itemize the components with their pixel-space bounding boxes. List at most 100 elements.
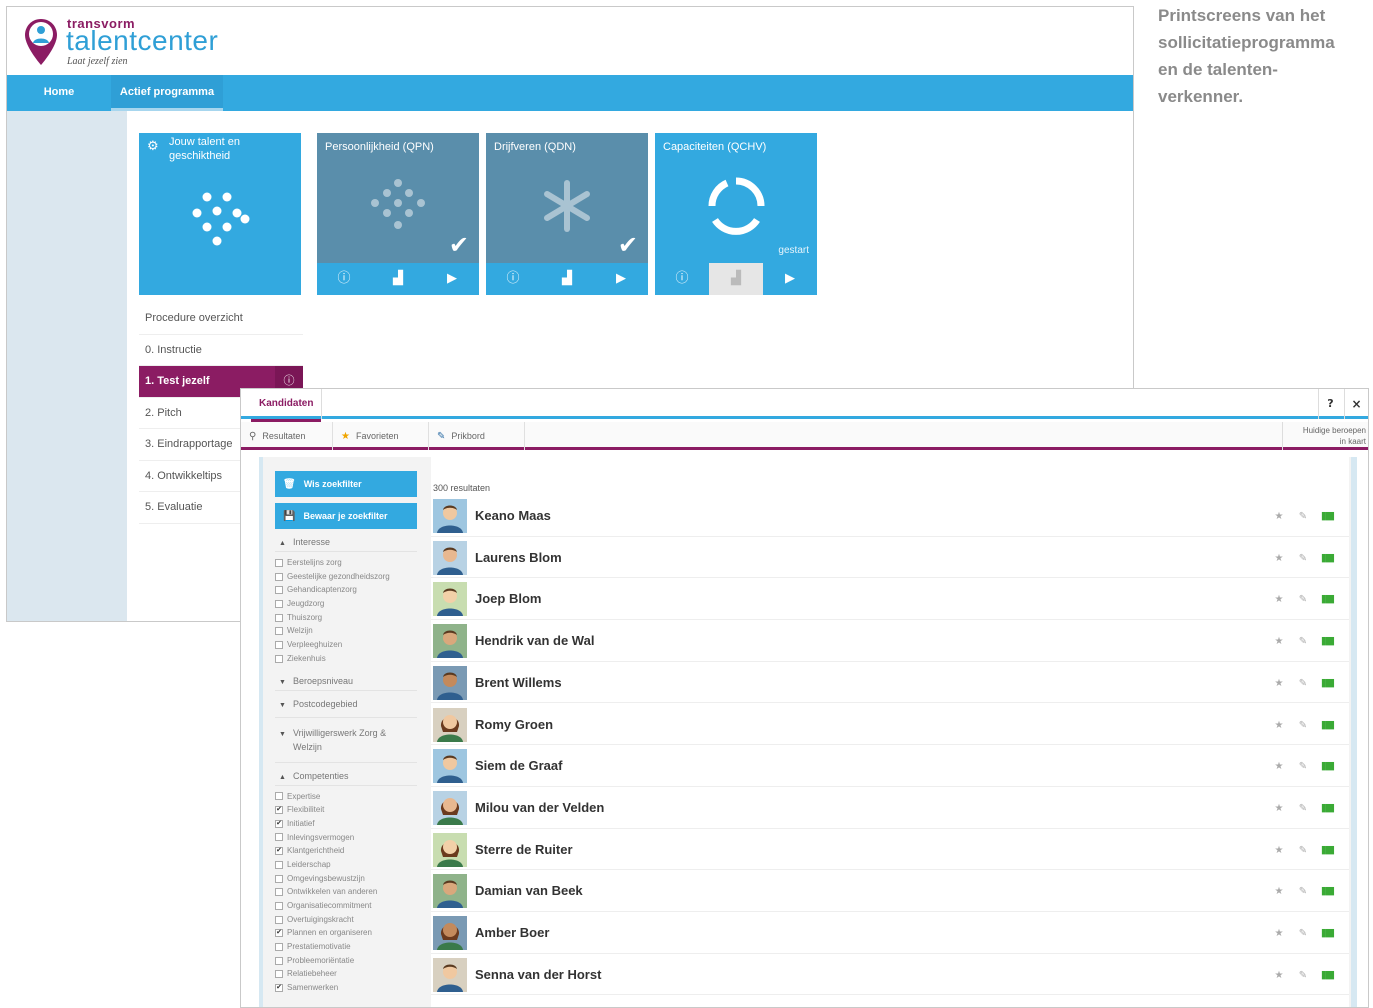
filter-option-expertise[interactable]: Expertise bbox=[275, 790, 417, 804]
checkbox-checked[interactable]: ✔ bbox=[275, 819, 283, 828]
checkbox[interactable] bbox=[275, 586, 283, 595]
play-icon[interactable]: ▶ bbox=[425, 263, 479, 295]
filter-option-organisatiecommitment[interactable]: Organisatiecommitment bbox=[275, 899, 417, 913]
filter-option-probleemorientatie[interactable]: Probleemoriëntatie bbox=[275, 954, 417, 968]
filter-option-flexibiliteit[interactable]: ✔ Flexibiliteit bbox=[275, 803, 417, 817]
bars-icon[interactable]: ▮▮▮ bbox=[1315, 620, 1339, 662]
candidate-name[interactable]: Sterre de Ruiter bbox=[475, 829, 573, 871]
pin-icon[interactable]: ✎ bbox=[1291, 788, 1315, 830]
bars-icon[interactable]: ▮▮▮ bbox=[1315, 495, 1339, 537]
filter-option-gehandicaptenzorg[interactable]: Gehandicaptenzorg bbox=[275, 583, 417, 597]
star-icon[interactable]: ★ bbox=[1267, 788, 1291, 830]
tile-drijfveren[interactable]: Drijfveren (QDN) ✔ ⓘ ▟ ▶ bbox=[486, 133, 648, 295]
nav-actief-programma[interactable]: Actief programma bbox=[111, 75, 223, 111]
filter-option-welzijn[interactable]: Welzijn bbox=[275, 624, 417, 638]
candidate-row[interactable]: Damian van Beek ★ ✎ ▮▮▮ bbox=[431, 870, 1349, 912]
star-icon[interactable]: ★ bbox=[1267, 705, 1291, 747]
checkbox[interactable] bbox=[275, 833, 283, 842]
checkbox[interactable] bbox=[275, 654, 283, 663]
pin-icon[interactable]: ✎ bbox=[1291, 621, 1315, 663]
filter-option-ziekenhuis[interactable]: Ziekenhuis bbox=[275, 652, 417, 666]
tab-prikbord[interactable]: ✎ Prikbord bbox=[429, 422, 525, 450]
filter-option-leiderschap[interactable]: Leiderschap bbox=[275, 858, 417, 872]
filter-option-initiatief[interactable]: ✔ Initiatief bbox=[275, 817, 417, 831]
info-icon[interactable]: ⓘ bbox=[486, 263, 540, 295]
candidate-row[interactable]: Senna van der Horst ★ ✎ ▮▮▮ bbox=[431, 954, 1349, 996]
filter-option-geestelijke-gezondheidszorg[interactable]: Geestelijke gezondheidszorg bbox=[275, 570, 417, 584]
candidate-name[interactable]: Keano Maas bbox=[475, 495, 551, 537]
pin-icon[interactable]: ✎ bbox=[1291, 663, 1315, 705]
star-icon[interactable]: ★ bbox=[1267, 663, 1291, 705]
nav-home[interactable]: Home bbox=[25, 75, 93, 111]
candidate-name[interactable]: Laurens Blom bbox=[475, 537, 562, 579]
pin-icon[interactable]: ✎ bbox=[1291, 871, 1315, 913]
filter-option-samenwerken[interactable]: ✔ Samenwerken bbox=[275, 981, 417, 995]
candidate-row[interactable]: Romy Groen ★ ✎ ▮▮▮ bbox=[431, 704, 1349, 746]
step-procedure-overzicht[interactable]: Procedure overzicht bbox=[139, 303, 303, 335]
checkbox[interactable] bbox=[275, 627, 283, 636]
filter-option-thuiszorg[interactable]: Thuiszorg bbox=[275, 611, 417, 625]
checkbox[interactable] bbox=[275, 572, 283, 581]
pin-icon[interactable]: ✎ bbox=[1291, 496, 1315, 538]
filter-section-competenties[interactable]: ▲ Competenties bbox=[275, 763, 417, 786]
filter-option-relatiebeheer[interactable]: Relatiebeheer bbox=[275, 967, 417, 981]
tab-kandidaten[interactable]: Kandidaten bbox=[251, 389, 323, 422]
checkbox[interactable] bbox=[275, 558, 283, 567]
candidate-row[interactable]: Siem de Graaf ★ ✎ ▮▮▮ bbox=[431, 745, 1349, 787]
checkbox[interactable] bbox=[275, 956, 283, 965]
candidate-row[interactable]: Sterre de Ruiter ★ ✎ ▮▮▮ bbox=[431, 829, 1349, 871]
bars-icon[interactable]: ▮▮▮ bbox=[1315, 578, 1339, 620]
tile-capaciteiten[interactable]: Capaciteiten (QCHV) gestart ⓘ ▟ ▶ bbox=[655, 133, 817, 295]
star-icon[interactable]: ★ bbox=[1267, 913, 1291, 955]
checkbox[interactable] bbox=[275, 874, 283, 883]
candidate-name[interactable]: Romy Groen bbox=[475, 704, 553, 746]
candidate-row[interactable]: Laurens Blom ★ ✎ ▮▮▮ bbox=[431, 537, 1349, 579]
tile-persoonlijkheid[interactable]: Persoonlijkheid (QPN) ✔ ⓘ ▟ ▶ bbox=[317, 133, 479, 295]
play-icon[interactable]: ▶ bbox=[594, 263, 648, 295]
checkbox-checked[interactable]: ✔ bbox=[275, 929, 283, 938]
checkbox[interactable] bbox=[275, 599, 283, 608]
filter-option-prestatiemotivatie[interactable]: Prestatiemotivatie bbox=[275, 940, 417, 954]
chart-icon[interactable]: ▟ bbox=[540, 263, 594, 295]
checkbox-checked[interactable]: ✔ bbox=[275, 847, 283, 856]
filter-section-beroepsniveau[interactable]: ▼ Beroepsniveau bbox=[275, 672, 417, 691]
talent-tile[interactable]: ⚙ Jouw talent en geschiktheid bbox=[139, 133, 301, 295]
pin-icon[interactable]: ✎ bbox=[1291, 579, 1315, 621]
filter-option-omgevingsbewustzijn[interactable]: Omgevingsbewustzijn bbox=[275, 872, 417, 886]
help-button[interactable]: ? bbox=[1318, 389, 1342, 419]
bars-icon[interactable]: ▮▮▮ bbox=[1315, 912, 1339, 954]
star-icon[interactable]: ★ bbox=[1267, 579, 1291, 621]
star-icon[interactable]: ★ bbox=[1267, 871, 1291, 913]
pin-icon[interactable]: ✎ bbox=[1291, 913, 1315, 955]
star-icon[interactable]: ★ bbox=[1267, 538, 1291, 580]
checkbox[interactable] bbox=[275, 641, 283, 650]
checkbox[interactable] bbox=[275, 613, 283, 622]
tab-favorieten[interactable]: ★ Favorieten bbox=[333, 422, 429, 450]
candidate-row[interactable]: Joep Blom ★ ✎ ▮▮▮ bbox=[431, 578, 1349, 621]
filter-option-verpleeghuizen[interactable]: Verpleeghuizen bbox=[275, 638, 417, 652]
step-instructie[interactable]: 0. Instructie bbox=[139, 334, 303, 366]
candidate-name[interactable]: Siem de Graaf bbox=[475, 745, 562, 787]
candidate-name[interactable]: Milou van der Velden bbox=[475, 787, 604, 829]
info-icon[interactable]: ⓘ bbox=[655, 263, 709, 295]
checkbox[interactable] bbox=[275, 915, 283, 924]
bars-icon[interactable]: ▮▮▮ bbox=[1315, 787, 1339, 829]
pin-icon[interactable]: ✎ bbox=[1291, 830, 1315, 872]
chart-icon[interactable]: ▟ bbox=[371, 263, 425, 295]
bars-icon[interactable]: ▮▮▮ bbox=[1315, 954, 1339, 996]
filter-option-inlevingsvermogen[interactable]: Inlevingsvermogen bbox=[275, 831, 417, 845]
bars-icon[interactable]: ▮▮▮ bbox=[1315, 870, 1339, 912]
filter-option-eerstelijns-zorg[interactable]: Eerstelijns zorg bbox=[275, 556, 417, 570]
checkbox[interactable] bbox=[275, 942, 283, 951]
checkbox[interactable] bbox=[275, 792, 283, 801]
bars-icon[interactable]: ▮▮▮ bbox=[1315, 745, 1339, 787]
candidate-row[interactable]: Amber Boer ★ ✎ ▮▮▮ bbox=[431, 912, 1349, 954]
close-button[interactable]: × bbox=[1344, 389, 1368, 419]
filter-option-jeugdzorg[interactable]: Jeugdzorg bbox=[275, 597, 417, 611]
save-filter-button[interactable]: 💾 Bewaar je zoekfilter bbox=[275, 503, 417, 529]
checkbox[interactable] bbox=[275, 901, 283, 910]
filter-option-klantgerichtheid[interactable]: ✔ Klantgerichtheid bbox=[275, 844, 417, 858]
checkbox[interactable] bbox=[275, 888, 283, 897]
candidate-name[interactable]: Brent Willems bbox=[475, 662, 562, 704]
star-icon[interactable]: ★ bbox=[1267, 621, 1291, 663]
